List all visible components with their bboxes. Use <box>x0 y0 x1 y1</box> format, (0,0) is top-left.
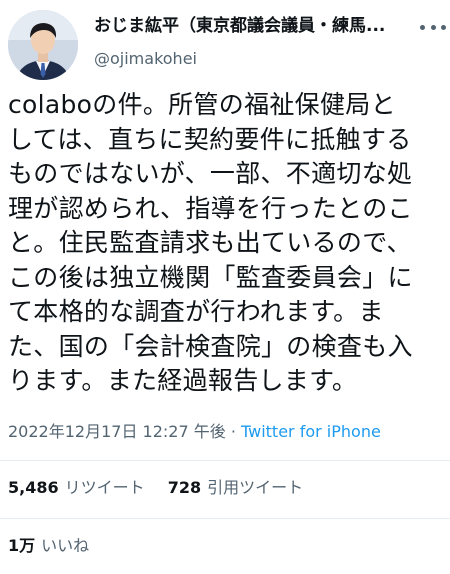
tweet-line: た、国の「会計検査院」の検査も入 <box>8 331 413 361</box>
tweet-line: しては、直ちに契約要件に抵触する <box>8 124 412 154</box>
divider <box>0 460 450 461</box>
timestamp[interactable]: 2022年12月17日 12:27 午後 <box>8 422 226 441</box>
divider <box>0 518 450 519</box>
tweet-text: colaboの件。所管の福祉保健局と しては、直ちに契約要件に抵触する ものでは… <box>8 88 448 399</box>
dot <box>441 24 446 30</box>
retweets-label: リツイート <box>64 478 145 497</box>
tweet-line: と。住民監査請求も出ているので、 <box>8 228 412 257</box>
author-display-name[interactable]: おじま紘平（東京都議会議員・練馬... <box>94 14 414 38</box>
avatar[interactable] <box>8 10 78 80</box>
more-options-icon[interactable] <box>420 16 446 38</box>
tweet-line: colaboの件。所管の福祉保健局と <box>8 90 396 119</box>
tweet-meta: 2022年12月17日 12:27 午後 · Twitter for iPhon… <box>8 421 381 443</box>
tweet-line: ものではないが、一部、不適切な処 <box>8 159 413 188</box>
likes-label: いいね <box>41 536 90 555</box>
meta-separator: · <box>225 422 241 441</box>
quotes-count: 728 <box>167 478 202 497</box>
profile-photo-icon <box>8 10 78 80</box>
tweet: おじま紘平（東京都議会議員・練馬... @ojimakohei colaboの件… <box>0 0 450 574</box>
quotes-label: 引用ツイート <box>207 478 304 497</box>
dot <box>420 24 425 30</box>
tweet-line: 理が認められ、指導を行ったとのこ <box>8 193 413 223</box>
tweet-line: この後は独立機関「監査委員会」に <box>8 262 413 292</box>
source-link[interactable]: Twitter for iPhone <box>241 422 381 441</box>
likes-count: 1万 <box>8 536 36 555</box>
retweets-count: 5,486 <box>8 478 59 497</box>
likes-stat[interactable]: 1万 いいね <box>8 535 89 557</box>
dot <box>430 24 436 30</box>
quotes-stat[interactable]: 728 引用ツイート <box>168 477 303 499</box>
engagement-stats: 5,486 リツイート 728 引用ツイート <box>8 477 303 499</box>
retweets-stat[interactable]: 5,486 リツイート <box>8 477 145 499</box>
tweet-line: て本格的な調査が行われます。ま <box>8 297 384 326</box>
tweet-line: ります。また経過報告します。 <box>8 366 358 395</box>
author-handle[interactable]: @ojimakohei <box>94 48 197 70</box>
